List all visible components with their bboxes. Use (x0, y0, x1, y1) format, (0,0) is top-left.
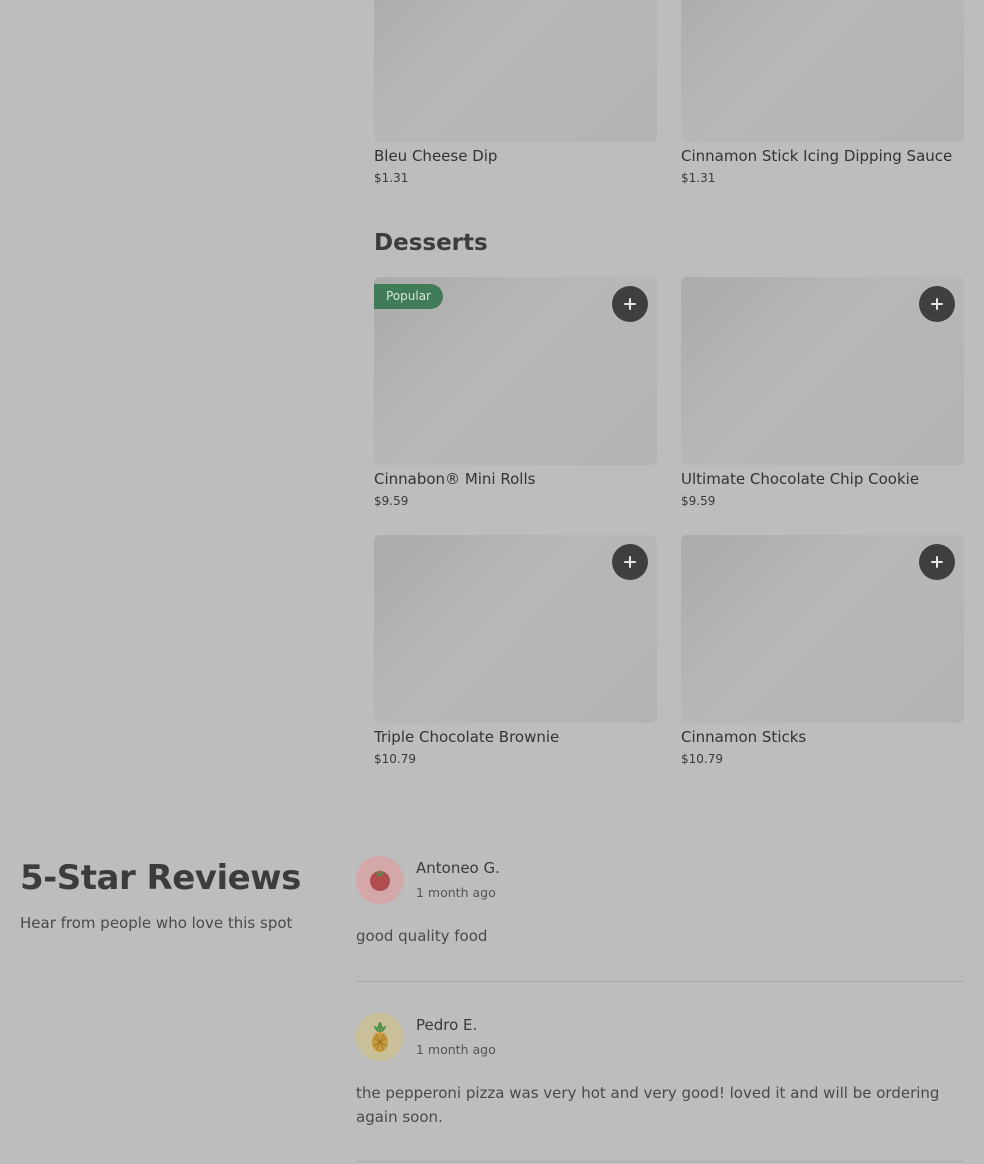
add-to-cart-button[interactable] (612, 286, 648, 322)
add-to-cart-button[interactable] (919, 286, 955, 322)
item-price: $10.79 (681, 752, 723, 766)
tomato-icon (370, 870, 390, 891)
item-price: $10.79 (374, 752, 416, 766)
item-name: Bleu Cheese Dip (374, 147, 498, 165)
plus-icon (624, 556, 636, 568)
avatar (356, 856, 404, 904)
reviewer-name: Antoneo G. (416, 859, 500, 877)
add-to-cart-button[interactable] (612, 544, 648, 580)
divider (356, 981, 964, 982)
item-price: $1.31 (681, 171, 716, 185)
item-name: Cinnamon Sticks (681, 728, 807, 746)
reviewer-name: Pedro E. (416, 1016, 478, 1034)
item-price: $1.31 (374, 171, 409, 185)
divider (356, 1161, 964, 1162)
item-image[interactable] (681, 0, 964, 142)
section-title-desserts: Desserts (374, 230, 488, 256)
plus-icon (931, 298, 943, 310)
item-price: $9.59 (374, 494, 409, 508)
item-name: Cinnamon Stick Icing Dipping Sauce (681, 147, 953, 165)
avatar (356, 1013, 404, 1061)
review-time: 1 month ago (416, 885, 496, 900)
item-price: $9.59 (681, 494, 716, 508)
add-to-cart-button[interactable] (919, 544, 955, 580)
reviews-title: 5-Star Reviews (20, 858, 301, 898)
item-name: Triple Chocolate Brownie (374, 728, 560, 746)
review-text: the pepperoni pizza was very hot and ver… (356, 1084, 940, 1126)
item-name: Cinnabon® Mini Rolls (374, 470, 536, 488)
plus-icon (624, 298, 636, 310)
review-text: good quality food (356, 927, 488, 945)
item-image[interactable] (374, 0, 657, 142)
plus-icon (931, 556, 943, 568)
item-name: Ultimate Chocolate Chip Cookie (681, 470, 920, 488)
popular-badge: Popular (374, 284, 443, 309)
reviews-subtitle: Hear from people who love this spot (20, 914, 293, 932)
pineapple-icon (372, 1022, 388, 1052)
review-time: 1 month ago (416, 1042, 496, 1057)
